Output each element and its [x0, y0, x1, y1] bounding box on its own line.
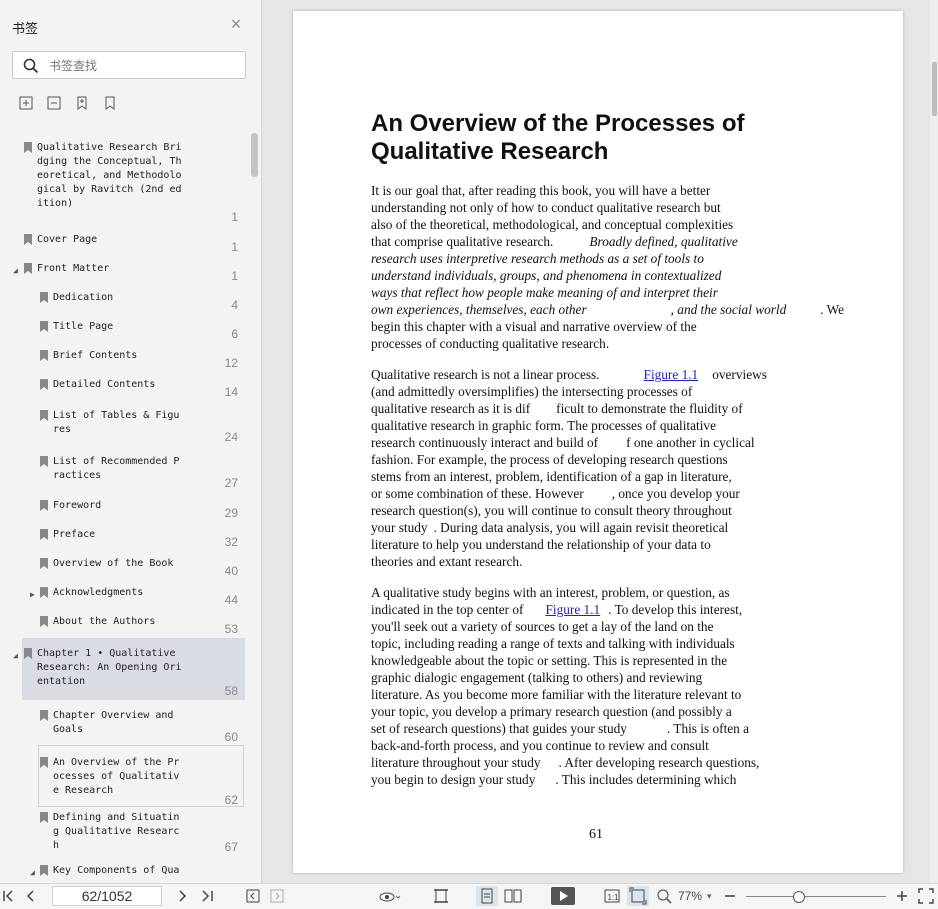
zoom-slider-track[interactable]: [746, 896, 886, 897]
play-icon[interactable]: [551, 887, 575, 905]
bookmark-icon[interactable]: [102, 95, 118, 111]
sidebar-scrollbar[interactable]: [251, 133, 258, 177]
collapse-arrow-icon[interactable]: ◢: [13, 264, 21, 275]
document-page: An Overview of the Processes of Qualitat…: [293, 11, 903, 873]
single-page-icon[interactable]: [476, 886, 498, 906]
bookmark-sidebar: 书签 × Qualitative Research Bri dging the …: [0, 0, 262, 883]
zoom-slider-knob[interactable]: [793, 891, 805, 903]
zoom-icon[interactable]: [656, 888, 674, 904]
section-title: An Overview of the Processes of Qualitat…: [371, 110, 745, 165]
figure-link[interactable]: Figure 1.1: [644, 367, 699, 382]
figure-link[interactable]: Figure 1.1: [546, 602, 601, 617]
expand-arrow-icon[interactable]: ▶: [30, 588, 38, 599]
collapse-arrow-icon[interactable]: ◢: [13, 649, 21, 660]
actual-size-icon[interactable]: 1:1: [604, 888, 620, 904]
zoom-dropdown-icon[interactable]: ▾: [707, 891, 712, 907]
fit-page-icon[interactable]: [627, 886, 649, 906]
document-scrollbar-thumb[interactable]: [932, 62, 937, 116]
paragraph-2: Qualitative research is not a linear pro…: [371, 367, 767, 569]
next-page-icon[interactable]: [177, 888, 189, 904]
page-number-input[interactable]: 62/1052: [52, 886, 162, 906]
close-icon[interactable]: ×: [228, 15, 244, 33]
first-page-icon[interactable]: [2, 888, 16, 904]
page-number: 61: [589, 827, 603, 842]
collapse-all-icon[interactable]: [46, 95, 62, 111]
fullscreen-icon[interactable]: [918, 888, 934, 904]
zoom-level[interactable]: 77%: [678, 889, 702, 905]
zoom-out-icon[interactable]: [724, 888, 736, 904]
bookmark-search-input[interactable]: [47, 56, 241, 76]
add-bookmark-icon[interactable]: [74, 95, 90, 111]
status-toolbar: 62/1052 1:1 77% ▾: [0, 883, 938, 909]
collapse-arrow-icon[interactable]: ◢: [30, 866, 38, 877]
search-icon: [23, 58, 39, 74]
previous-page-icon[interactable]: [24, 888, 36, 904]
back-icon[interactable]: [246, 888, 260, 904]
eye-care-icon[interactable]: [378, 888, 402, 904]
paragraph-1: It is our goal that, after reading this …: [371, 183, 845, 351]
continuous-scroll-icon[interactable]: [433, 888, 449, 904]
last-page-icon[interactable]: [200, 888, 214, 904]
expand-all-icon[interactable]: [18, 95, 34, 111]
paragraph-3: A qualitative study begins with an inter…: [371, 585, 760, 787]
sidebar-title: 书签: [12, 22, 39, 37]
svg-text:1:1: 1:1: [608, 893, 620, 902]
zoom-in-icon[interactable]: [896, 888, 908, 904]
forward-icon[interactable]: [270, 888, 284, 904]
two-page-icon[interactable]: [504, 888, 522, 904]
bookmark-search-box[interactable]: [12, 51, 246, 79]
bookmark-list: Qualitative Research Bri dging the Conce…: [0, 130, 250, 880]
document-scrollbar-track[interactable]: [930, 0, 938, 883]
